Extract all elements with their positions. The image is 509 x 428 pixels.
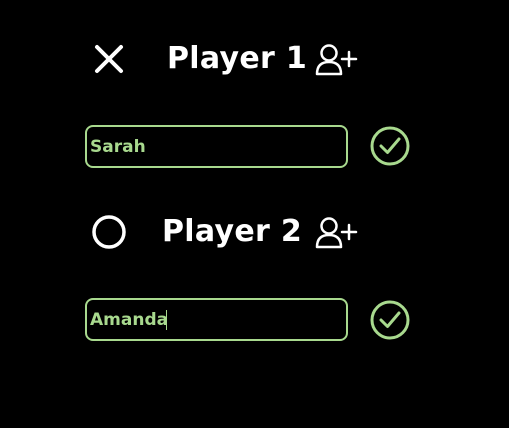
player-1-title: Player 1 — [167, 41, 308, 76]
player-2-confirm-check-circle-icon[interactable] — [369, 299, 411, 341]
add-user-icon[interactable] — [314, 215, 358, 251]
add-user-icon[interactable] — [314, 42, 358, 78]
text-caret — [166, 310, 167, 330]
o-icon — [92, 215, 126, 249]
player-setup-screen: Player 1 Player 2 — [0, 0, 509, 428]
player-2-header: Player 2 — [0, 208, 509, 258]
player-1-confirm-check-circle-icon[interactable] — [369, 125, 411, 167]
player-1-header: Player 1 — [0, 36, 509, 86]
player-2-title: Player 2 — [162, 214, 303, 249]
player-2-name-input[interactable] — [85, 298, 348, 341]
player-1-name-input[interactable] — [85, 125, 348, 168]
x-icon — [95, 45, 123, 73]
